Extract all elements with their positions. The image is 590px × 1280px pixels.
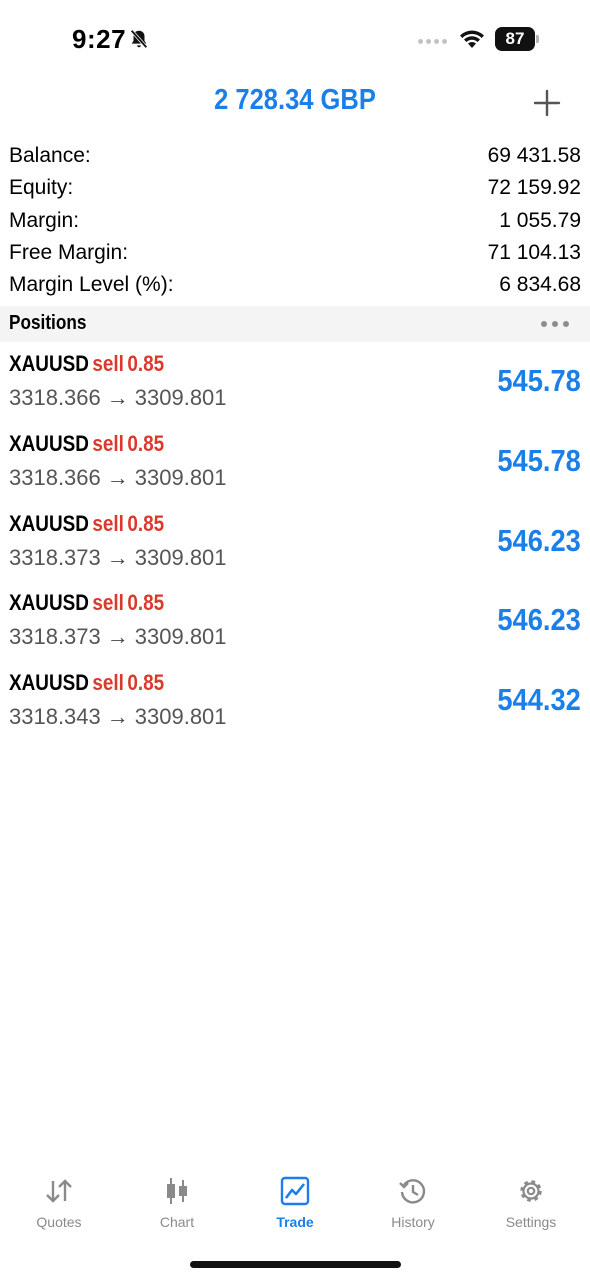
position-row[interactable]: XAUUSD sell 0.85 3318.343 → 3309.801 544.32 bbox=[0, 664, 590, 744]
positions-list: XAUUSD sell 0.85 3318.366 → 3309.801 545.78 … bbox=[0, 345, 590, 744]
positions-title: Positions bbox=[9, 312, 87, 334]
position-side: sell bbox=[92, 510, 124, 536]
tab-settings[interactable]: Settings bbox=[472, 1165, 590, 1245]
position-volume: 0.85 bbox=[127, 590, 165, 616]
tab-label: Quotes bbox=[36, 1214, 82, 1230]
position-row[interactable]: XAUUSD sell 0.85 3318.366 → 3309.801 545.78 bbox=[0, 425, 590, 505]
position-profit: 545.78 bbox=[497, 363, 581, 398]
trade-chart-icon bbox=[280, 1176, 310, 1206]
position-title: XAUUSD sell 0.85 bbox=[9, 431, 164, 457]
arrow-right-icon: → bbox=[106, 464, 129, 490]
summary-label: Free Margin: bbox=[9, 241, 129, 265]
current-price: 3309.801 bbox=[134, 464, 227, 490]
position-row[interactable]: XAUUSD sell 0.85 3318.373 → 3309.801 546.23 bbox=[0, 505, 590, 585]
summary-row-equity: Equity: 72 159.92 bbox=[0, 172, 590, 204]
tab-quotes[interactable]: Quotes bbox=[0, 1165, 118, 1245]
add-order-button[interactable] bbox=[532, 88, 562, 118]
arrow-right-icon: → bbox=[106, 704, 129, 730]
arrow-right-icon: → bbox=[106, 544, 129, 570]
positions-section-header: Positions bbox=[0, 306, 590, 342]
position-row[interactable]: XAUUSD sell 0.85 3318.366 → 3309.801 545.78 bbox=[0, 345, 590, 425]
summary-row-margin: Margin: 1 055.79 bbox=[0, 205, 590, 237]
position-symbol: XAUUSD bbox=[9, 510, 89, 536]
position-row[interactable]: XAUUSD sell 0.85 3318.373 → 3309.801 546.23 bbox=[0, 584, 590, 664]
arrow-right-icon: → bbox=[106, 385, 129, 410]
account-profit-title: 2 728.34 GBP bbox=[214, 84, 376, 116]
open-price: 3318.373 bbox=[9, 624, 101, 650]
position-side: sell bbox=[92, 351, 124, 376]
tab-history[interactable]: History bbox=[354, 1165, 472, 1245]
summary-label: Balance: bbox=[9, 144, 91, 168]
history-clock-icon bbox=[399, 1179, 426, 1204]
quotes-arrows-icon bbox=[46, 1179, 72, 1203]
position-profit: 546.23 bbox=[497, 602, 581, 638]
current-price: 3309.801 bbox=[134, 704, 227, 730]
position-symbol: XAUUSD bbox=[9, 670, 89, 696]
tab-trade[interactable]: Trade bbox=[236, 1165, 354, 1245]
summary-value: 69 431.58 bbox=[487, 144, 581, 168]
bell-muted-icon bbox=[130, 29, 148, 49]
current-price: 3309.801 bbox=[134, 385, 227, 410]
summary-row-balance: Balance: 69 431.58 bbox=[0, 140, 590, 172]
more-options-icon[interactable] bbox=[541, 321, 569, 327]
position-title: XAUUSD sell 0.85 bbox=[9, 670, 164, 696]
tab-label: Chart bbox=[159, 1214, 195, 1230]
position-prices: 3318.366 → 3309.801 bbox=[9, 385, 227, 411]
summary-value: 72 159.92 bbox=[487, 176, 581, 200]
summary-label: Margin Level (%): bbox=[9, 273, 174, 297]
gear-icon bbox=[520, 1180, 542, 1202]
position-volume: 0.85 bbox=[127, 670, 165, 696]
open-price: 3318.343 bbox=[9, 704, 101, 730]
position-symbol: XAUUSD bbox=[9, 430, 89, 456]
position-volume: 0.85 bbox=[127, 430, 165, 456]
summary-value: 1 055.79 bbox=[499, 208, 581, 232]
position-profit: 545.78 bbox=[497, 442, 581, 478]
open-price: 3318.373 bbox=[9, 544, 101, 570]
account-summary: Balance: 69 431.58 Equity: 72 159.92 Mar… bbox=[0, 140, 590, 301]
position-prices: 3318.366 → 3309.801 bbox=[9, 465, 227, 491]
bottom-tab-bar: Quotes Chart Trade History Settings bbox=[0, 1165, 590, 1245]
cellular-signal-icon bbox=[418, 39, 447, 44]
position-side: sell bbox=[92, 590, 124, 616]
position-volume: 0.85 bbox=[127, 351, 165, 376]
arrow-right-icon: → bbox=[106, 624, 129, 650]
position-side: sell bbox=[92, 670, 124, 696]
tab-label: Trade bbox=[276, 1214, 314, 1230]
tab-chart[interactable]: Chart bbox=[118, 1165, 236, 1245]
position-profit: 544.32 bbox=[497, 682, 581, 718]
status-time: 9:27 bbox=[72, 24, 127, 54]
current-price: 3309.801 bbox=[134, 624, 227, 650]
summary-label: Margin: bbox=[9, 208, 80, 232]
summary-row-free-margin: Free Margin: 71 104.13 bbox=[0, 237, 590, 269]
position-title: XAUUSD sell 0.85 bbox=[9, 351, 164, 377]
wifi-icon bbox=[460, 30, 484, 48]
home-indicator[interactable] bbox=[190, 1261, 401, 1268]
position-prices: 3318.373 → 3309.801 bbox=[9, 624, 227, 650]
tab-label: History bbox=[391, 1214, 435, 1230]
summary-value: 6 834.68 bbox=[499, 273, 581, 297]
position-symbol: XAUUSD bbox=[9, 590, 89, 616]
position-title: XAUUSD sell 0.85 bbox=[9, 590, 164, 616]
position-title: XAUUSD sell 0.85 bbox=[9, 511, 164, 537]
summary-row-margin-level: Margin Level (%): 6 834.68 bbox=[0, 269, 590, 301]
summary-value: 71 104.13 bbox=[487, 241, 581, 265]
open-price: 3318.366 bbox=[9, 464, 101, 490]
battery-icon: 87 bbox=[495, 27, 539, 51]
position-prices: 3318.343 → 3309.801 bbox=[9, 704, 227, 730]
position-prices: 3318.373 → 3309.801 bbox=[9, 545, 227, 571]
position-symbol: XAUUSD bbox=[9, 351, 89, 376]
candlestick-chart-icon bbox=[167, 1178, 187, 1204]
current-price: 3309.801 bbox=[134, 544, 227, 570]
tab-label: Settings bbox=[505, 1214, 557, 1230]
position-volume: 0.85 bbox=[127, 510, 165, 536]
position-side: sell bbox=[92, 430, 124, 456]
open-price: 3318.366 bbox=[9, 385, 101, 410]
status-bar: 9:27 87 bbox=[0, 0, 590, 80]
battery-level: 87 bbox=[495, 27, 535, 51]
summary-label: Equity: bbox=[9, 176, 74, 200]
position-profit: 546.23 bbox=[497, 522, 581, 558]
